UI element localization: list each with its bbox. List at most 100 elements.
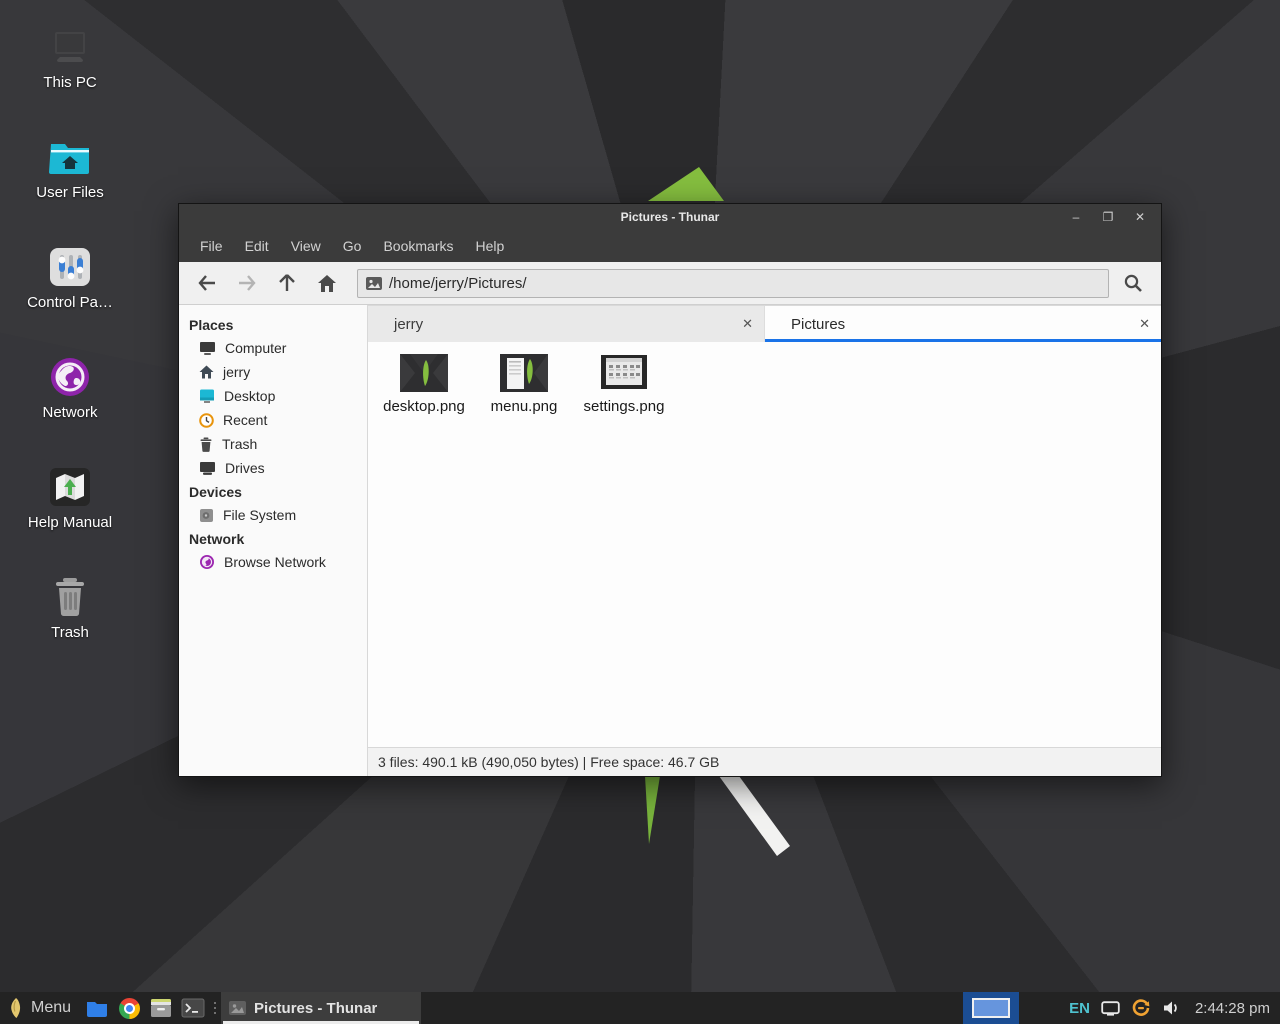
file-name: settings.png bbox=[584, 398, 665, 415]
desktop-icon-this-pc[interactable]: This PC bbox=[14, 18, 126, 128]
tab-close-icon[interactable]: ✕ bbox=[1139, 306, 1150, 342]
workspace-window-preview bbox=[972, 998, 1010, 1018]
tab-close-icon[interactable]: ✕ bbox=[742, 306, 753, 342]
display-tray-icon[interactable] bbox=[1101, 1001, 1120, 1016]
file-desktop-png[interactable]: desktop.png bbox=[374, 354, 474, 415]
clock-icon bbox=[199, 413, 214, 428]
sliders-icon bbox=[48, 238, 92, 288]
desktop-icon-control-panel[interactable]: Control Pa… bbox=[14, 238, 126, 348]
desktop-icon-label: Help Manual bbox=[28, 514, 112, 531]
show-desktop-launcher[interactable] bbox=[81, 992, 113, 1024]
file-archive-launcher[interactable] bbox=[145, 992, 177, 1024]
up-icon bbox=[278, 273, 296, 293]
maximize-button[interactable]: ❐ bbox=[1097, 206, 1119, 228]
volume-icon[interactable] bbox=[1162, 1000, 1180, 1016]
chrome-icon bbox=[119, 998, 140, 1019]
status-text: 3 files: 490.1 kB (490,050 bytes) | Free… bbox=[378, 754, 719, 770]
taskbar-window-label: Pictures - Thunar bbox=[254, 1000, 377, 1017]
menu-view[interactable]: View bbox=[280, 233, 332, 259]
close-button[interactable]: ✕ bbox=[1129, 206, 1151, 228]
taskbar: Menu Pictures - Thunar bbox=[0, 992, 1280, 1024]
window-titlebar[interactable]: Pictures - Thunar – ❐ ✕ bbox=[179, 204, 1161, 229]
sidebar-item-computer[interactable]: Computer bbox=[179, 336, 367, 360]
home-icon bbox=[317, 274, 337, 293]
image-thumbnail bbox=[600, 354, 648, 392]
menu-help[interactable]: Help bbox=[465, 233, 516, 259]
menu-button-label: Menu bbox=[31, 999, 71, 1017]
menu-bookmarks[interactable]: Bookmarks bbox=[372, 233, 464, 259]
globe-icon bbox=[199, 554, 215, 570]
tab-jerry[interactable]: jerry ✕ bbox=[368, 306, 765, 342]
home-icon bbox=[199, 365, 214, 379]
file-settings-png[interactable]: settings.png bbox=[574, 354, 674, 415]
sidebar-header-devices: Devices bbox=[179, 480, 367, 503]
sidebar-item-label: File System bbox=[223, 507, 296, 523]
computer-icon bbox=[199, 341, 216, 356]
desktop-icon-label: Trash bbox=[51, 624, 89, 641]
forward-icon bbox=[237, 274, 257, 292]
tab-bar: jerry ✕ Pictures ✕ bbox=[368, 305, 1161, 342]
desktop-icon-label: Control Pa… bbox=[27, 294, 113, 311]
window-controls: – ❐ ✕ bbox=[1065, 204, 1151, 229]
back-button[interactable] bbox=[189, 267, 225, 299]
harddisk-icon bbox=[199, 508, 214, 523]
thunar-window: Pictures - Thunar – ❐ ✕ File Edit View G… bbox=[178, 203, 1162, 777]
terminal-icon bbox=[181, 998, 205, 1018]
menu-edit[interactable]: Edit bbox=[234, 233, 280, 259]
home-button[interactable] bbox=[309, 267, 345, 299]
workspace-switcher[interactable] bbox=[963, 992, 1019, 1024]
sidebar-item-file-system[interactable]: File System bbox=[179, 503, 367, 527]
applications-menu-button[interactable]: Menu bbox=[0, 992, 81, 1024]
sidebar-item-label: Trash bbox=[222, 436, 257, 452]
desktop-icon-network[interactable]: Network bbox=[14, 348, 126, 458]
forward-button[interactable] bbox=[229, 267, 265, 299]
system-tray: EN 2:44:28 pm bbox=[1069, 998, 1280, 1018]
thunar-task-icon bbox=[229, 1001, 246, 1015]
chrome-launcher[interactable] bbox=[113, 992, 145, 1024]
toolbar: /home/jerry/Pictures/ bbox=[179, 262, 1161, 305]
desktop-icon-user-files[interactable]: User Files bbox=[14, 128, 126, 238]
tab-label: jerry bbox=[394, 316, 423, 333]
terminal-launcher[interactable] bbox=[177, 992, 209, 1024]
desktop-wallpaper: This PC User Files bbox=[0, 0, 1280, 1024]
minimize-button[interactable]: – bbox=[1065, 206, 1087, 228]
sidebar-item-label: Drives bbox=[225, 460, 265, 476]
file-menu-png[interactable]: menu.png bbox=[474, 354, 574, 415]
file-name: menu.png bbox=[491, 398, 558, 415]
desktop-icon-trash[interactable]: Trash bbox=[14, 568, 126, 678]
sidebar-header-places: Places bbox=[179, 313, 367, 336]
panel-grip-handle[interactable] bbox=[211, 992, 219, 1024]
file-name: desktop.png bbox=[383, 398, 465, 415]
path-bar[interactable]: /home/jerry/Pictures/ bbox=[357, 269, 1109, 298]
sidebar-item-home-jerry[interactable]: jerry bbox=[179, 360, 367, 384]
home-folder-icon bbox=[47, 128, 93, 178]
sidebar-item-label: jerry bbox=[223, 364, 250, 380]
menu-go[interactable]: Go bbox=[332, 233, 373, 259]
sidebar-item-desktop[interactable]: Desktop bbox=[179, 384, 367, 408]
sidebar-item-label: Browse Network bbox=[224, 554, 326, 570]
desktop-icon-grid: This PC User Files bbox=[14, 18, 126, 678]
search-icon bbox=[1123, 273, 1143, 293]
trash-icon bbox=[50, 568, 90, 618]
sidebar-item-label: Computer bbox=[225, 340, 286, 356]
clock[interactable]: 2:44:28 pm bbox=[1195, 1000, 1270, 1017]
image-thumbnail bbox=[500, 354, 548, 392]
image-thumbnail bbox=[400, 354, 448, 392]
tab-label: Pictures bbox=[791, 316, 845, 333]
file-list-view[interactable]: desktop.png menu.png bbox=[368, 342, 1161, 747]
search-button[interactable] bbox=[1113, 267, 1153, 299]
desktop-icon-help-manual[interactable]: Help Manual bbox=[14, 458, 126, 568]
up-button[interactable] bbox=[269, 267, 305, 299]
sidebar-item-recent[interactable]: Recent bbox=[179, 408, 367, 432]
taskbar-window-button[interactable]: Pictures - Thunar bbox=[221, 992, 421, 1024]
sidebar: Places Computer jerry Desktop Recent bbox=[179, 305, 368, 776]
sidebar-item-drives[interactable]: Drives bbox=[179, 456, 367, 480]
trash-icon bbox=[199, 437, 213, 452]
sidebar-item-trash[interactable]: Trash bbox=[179, 432, 367, 456]
update-manager-icon[interactable] bbox=[1131, 998, 1151, 1018]
keyboard-layout-indicator[interactable]: EN bbox=[1069, 1000, 1090, 1017]
tab-pictures[interactable]: Pictures ✕ bbox=[765, 306, 1161, 342]
menu-file[interactable]: File bbox=[189, 233, 234, 259]
status-bar: 3 files: 490.1 kB (490,050 bytes) | Free… bbox=[368, 747, 1161, 776]
sidebar-item-browse-network[interactable]: Browse Network bbox=[179, 550, 367, 574]
